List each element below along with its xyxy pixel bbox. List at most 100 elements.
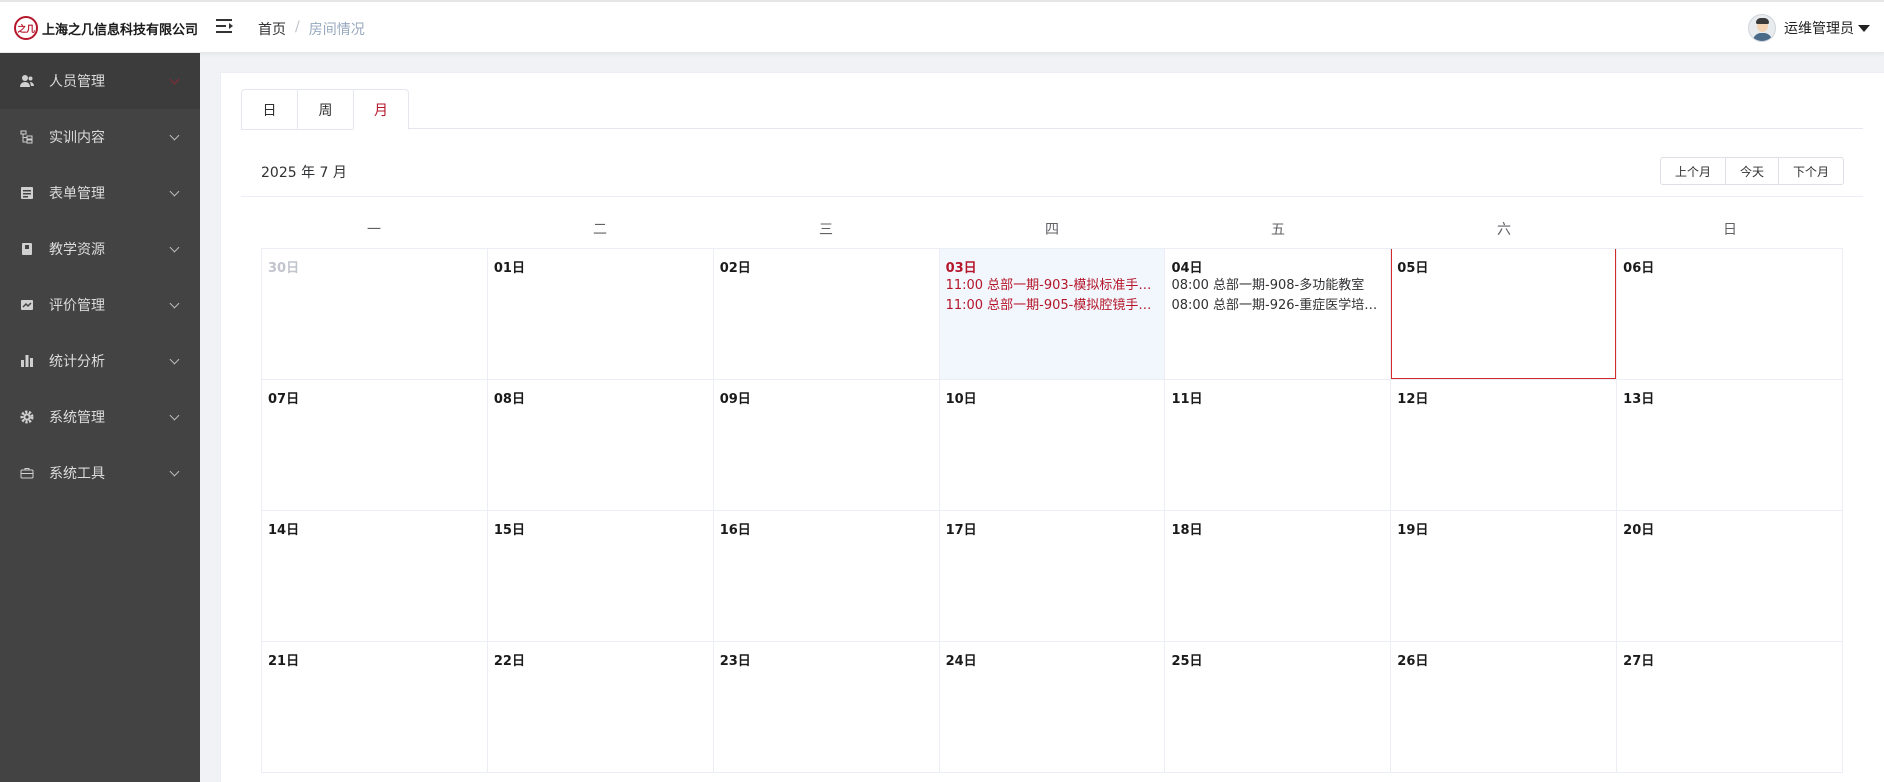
tab-week[interactable]: 周 [297, 89, 353, 130]
sidebar-item-system[interactable]: 系统管理 [0, 389, 200, 445]
calendar-day-cell[interactable]: 16日 [713, 511, 940, 642]
day-number: 23日 [719, 654, 751, 669]
brand[interactable]: 之几 上海之几信息科技有限公司 [14, 15, 198, 41]
day-number: 15日 [493, 523, 525, 538]
calendar-day-cell[interactable]: 14日 [262, 511, 488, 642]
day-number: 11日 [1171, 392, 1203, 407]
calendar-week-row: 07日 08日 09日 10日 11日 12日 13日 [262, 380, 1844, 511]
view-tabs: 日 周 月 [241, 89, 1863, 130]
sidebar: 人员管理 实训内容 表单管理 教学资源 评价管理 统计分析 系统管理 系统工具 [0, 53, 200, 782]
company-logo: 之几 [14, 16, 38, 40]
book-icon [20, 242, 34, 256]
calendar-day-cell[interactable]: 02日 [713, 249, 940, 380]
breadcrumb-current: 房间情况 [308, 22, 365, 38]
sidebar-item-evaluation[interactable]: 评价管理 [0, 277, 200, 333]
user-menu[interactable]: 运维管理员 [1748, 13, 1870, 43]
sidebar-item-tools[interactable]: 系统工具 [0, 445, 200, 501]
sidebar-item-label: 实训内容 [49, 130, 105, 146]
calendar-day-cell[interactable]: 26日 [1391, 642, 1618, 773]
month-nav: 上个月 今天 下个月 [1659, 157, 1844, 185]
calendar-day-cell[interactable]: 06日 [1617, 249, 1844, 380]
chevron-down-icon [169, 410, 180, 421]
day-number: 05日 [1397, 261, 1429, 276]
day-number: 13日 [1623, 392, 1655, 407]
calendar-day-cell[interactable]: 20日 [1617, 511, 1844, 642]
calendar-day-cell[interactable]: 17日 [939, 511, 1166, 642]
calendar-day-cell[interactable]: 09日 [713, 380, 940, 511]
calendar-day-cell[interactable]: 21日 [262, 642, 488, 773]
calendar-day-cell[interactable]: 24日 [939, 642, 1166, 773]
day-number: 07日 [268, 392, 300, 407]
main-card: 日 周 月 2025 年 7 月 上个月 今天 下个月 一 二 三 四 五 六 … [220, 72, 1884, 782]
next-month-button[interactable]: 下个月 [1777, 157, 1844, 185]
day-number: 22日 [493, 654, 525, 669]
chevron-down-icon [169, 354, 180, 365]
sidebar-item-personnel[interactable]: 人员管理 [0, 53, 200, 109]
breadcrumb-separator: / [295, 19, 300, 35]
day-number: 09日 [719, 392, 751, 407]
sidebar-item-statistics[interactable]: 统计分析 [0, 333, 200, 389]
day-number: 24日 [945, 654, 977, 669]
sidebar-item-resources[interactable]: 教学资源 [0, 221, 200, 277]
sidebar-item-training[interactable]: 实训内容 [0, 109, 200, 165]
calendar-day-cell[interactable]: 03日 11:00 总部一期-903-模拟标准手术室 11:00 总部一期-905-… [939, 249, 1166, 380]
toolbox-icon [20, 466, 34, 480]
avatar[interactable] [1748, 14, 1776, 42]
calendar-day-cell[interactable]: 23日 [713, 642, 940, 773]
calendar-grid: 30日 01日 02日 03日 11:00 总部一期-903-模拟标准手术室 11:00 … [261, 248, 1844, 773]
calendar-event[interactable]: 08:00 总部一期-926-重症医学培训室 [1171, 296, 1384, 316]
calendar-day-cell[interactable]: 30日 [262, 249, 488, 380]
calendar-week-row: 21日 22日 23日 24日 25日 26日 27日 [262, 642, 1844, 773]
calendar-event[interactable]: 08:00 总部一期-908-多功能教室 [1171, 276, 1384, 296]
tab-month[interactable]: 月 [353, 89, 409, 130]
sidebar-item-forms[interactable]: 表单管理 [0, 165, 200, 221]
user-name[interactable]: 运维管理员 [1784, 18, 1854, 38]
day-number: 25日 [1171, 654, 1203, 669]
day-number: 01日 [493, 261, 525, 276]
weekday-label: 三 [819, 222, 833, 238]
calendar-event[interactable]: 11:00 总部一期-905-模拟腔镜手术室 [946, 296, 1159, 316]
day-number: 21日 [268, 654, 300, 669]
users-icon [20, 74, 34, 88]
calendar-day-cell[interactable]: 10日 [939, 380, 1166, 511]
sidebar-item-label: 系统工具 [49, 466, 105, 482]
weekday-label: 五 [1271, 222, 1285, 238]
day-number: 18日 [1171, 523, 1203, 538]
menu-toggle-icon[interactable] [216, 17, 234, 35]
calendar-day-cell[interactable]: 05日 [1391, 249, 1618, 380]
month-calendar: 一 二 三 四 五 六 日 30日 01日 02日 03日 11:00 总部一期-903… [261, 213, 1844, 773]
chevron-down-icon [169, 466, 180, 477]
calendar-day-cell[interactable]: 12日 [1391, 380, 1618, 511]
caret-down-icon[interactable] [1858, 24, 1870, 32]
calendar-day-cell[interactable]: 11日 [1165, 380, 1392, 511]
divider [241, 196, 1863, 197]
gear-icon [20, 410, 34, 424]
bar-chart-icon [20, 354, 34, 368]
calendar-day-cell[interactable]: 15日 [487, 511, 714, 642]
calendar-day-cell[interactable]: 04日 08:00 总部一期-908-多功能教室 08:00 总部一期-926-重症… [1165, 249, 1392, 380]
tree-icon [20, 130, 34, 144]
day-number: 04日 [1171, 261, 1203, 276]
top-header: 之几 上海之几信息科技有限公司 首页 / 房间情况 运维管理员 [0, 0, 1884, 53]
calendar-day-cell[interactable]: 08日 [487, 380, 714, 511]
calendar-day-cell[interactable]: 13日 [1617, 380, 1844, 511]
breadcrumb: 首页 / 房间情况 [258, 19, 365, 39]
day-number: 12日 [1397, 392, 1429, 407]
sidebar-item-label: 评价管理 [49, 298, 105, 314]
chevron-down-icon [169, 74, 180, 85]
calendar-day-cell[interactable]: 01日 [487, 249, 714, 380]
calendar-day-cell[interactable]: 27日 [1617, 642, 1844, 773]
calendar-day-cell[interactable]: 07日 [262, 380, 488, 511]
calendar-day-cell[interactable]: 25日 [1165, 642, 1392, 773]
calendar-day-cell[interactable]: 22日 [487, 642, 714, 773]
calendar-day-cell[interactable]: 18日 [1165, 511, 1392, 642]
breadcrumb-home[interactable]: 首页 [258, 19, 286, 39]
form-icon [20, 186, 34, 200]
calendar-day-cell[interactable]: 19日 [1391, 511, 1618, 642]
prev-month-button[interactable]: 上个月 [1659, 157, 1726, 185]
calendar-event[interactable]: 11:00 总部一期-903-模拟标准手术室 [946, 276, 1159, 296]
day-number: 08日 [493, 392, 525, 407]
tab-day[interactable]: 日 [241, 89, 297, 130]
chart-card-icon [20, 298, 34, 312]
today-button[interactable]: 今天 [1724, 157, 1779, 185]
